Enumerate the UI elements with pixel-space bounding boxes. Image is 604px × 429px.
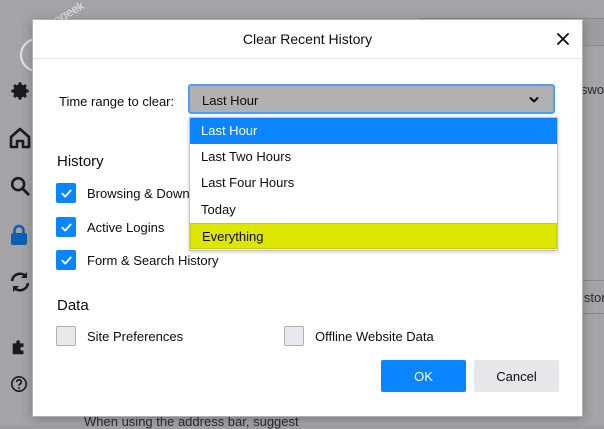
search-icon (9, 175, 31, 197)
dialog-title: Clear Recent History (242, 31, 373, 47)
option-everything[interactable]: Everything (190, 223, 557, 249)
dialog-header: Clear Recent History (33, 20, 582, 59)
lock-icon (9, 224, 29, 246)
option-today[interactable]: Today (190, 197, 557, 223)
cancel-button[interactable]: Cancel (474, 360, 559, 392)
site-preferences-checkbox[interactable]: Site Preferences (56, 325, 183, 347)
form-search-history-checkbox[interactable]: Form & Search History (56, 249, 218, 271)
home-icon (8, 126, 32, 150)
checkbox-checked-icon (56, 250, 76, 270)
active-logins-label: Active Logins (87, 219, 165, 235)
clear-history-dialog: Clear Recent History Time range to clear… (32, 19, 583, 417)
puzzle-icon (10, 338, 28, 356)
history-section-title: History (57, 153, 104, 170)
checkbox-checked-icon (56, 183, 76, 203)
background-text-password: swo (581, 82, 604, 97)
checkbox-checked-icon (56, 217, 76, 237)
site-preferences-label: Site Preferences (87, 328, 184, 344)
offline-website-data-label: Offline Website Data (315, 328, 434, 344)
option-last-four-hours[interactable]: Last Four Hours (190, 170, 557, 196)
chevron-down-icon (529, 97, 539, 103)
active-logins-checkbox[interactable]: Active Logins (56, 216, 164, 238)
close-button[interactable] (552, 28, 574, 50)
checkbox-unchecked-icon (284, 326, 304, 346)
sync-icon (8, 270, 32, 294)
gear-icon (9, 80, 31, 102)
time-range-label: Time range to clear: (59, 94, 175, 109)
help-icon (10, 375, 28, 393)
time-range-select[interactable]: Last Hour (188, 84, 555, 114)
checkbox-unchecked-icon (56, 326, 76, 346)
form-search-history-label: Form & Search History (87, 252, 219, 268)
option-last-two-hours[interactable]: Last Two Hours (190, 144, 557, 170)
option-last-hour[interactable]: Last Hour (190, 118, 557, 144)
offline-website-data-checkbox[interactable]: Offline Website Data (284, 325, 434, 347)
close-icon (557, 33, 569, 45)
ok-button[interactable]: OK (381, 360, 466, 392)
time-range-dropdown: Last Hour Last Two Hours Last Four Hours… (189, 117, 558, 251)
time-range-selected-value: Last Hour (202, 93, 259, 108)
data-section-title: Data (57, 297, 89, 314)
